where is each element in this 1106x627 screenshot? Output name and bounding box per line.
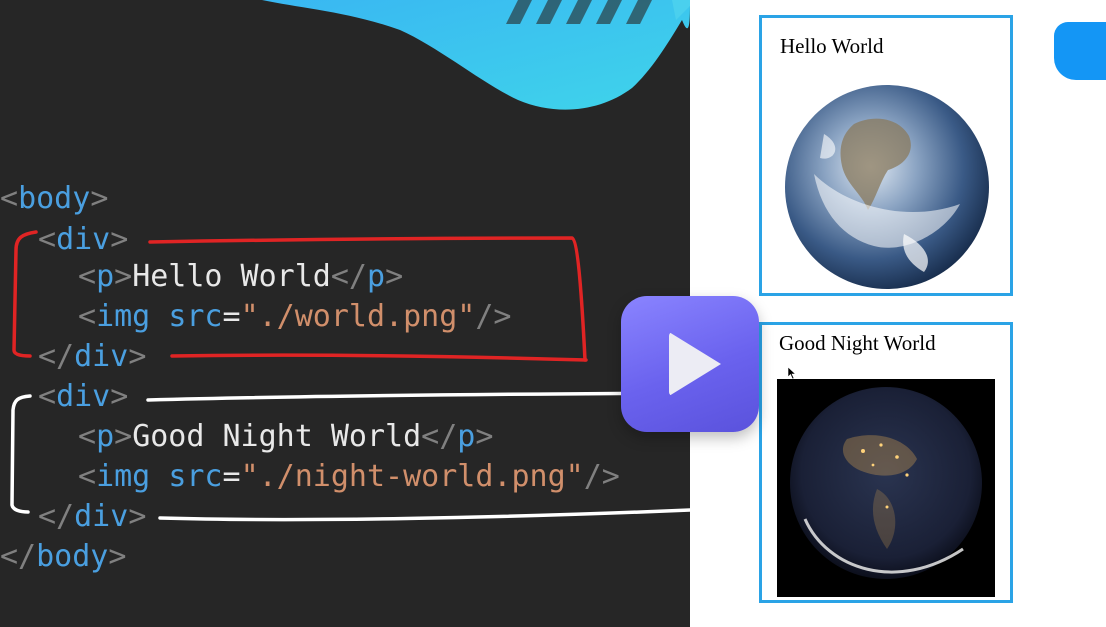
code-line-div1-close: </div> xyxy=(38,339,147,374)
play-icon xyxy=(669,332,721,396)
code-line-body-open: <body> xyxy=(0,181,109,216)
code-line-div1-open: <div> xyxy=(38,222,129,257)
red-highlight-box xyxy=(12,230,38,358)
code-line-div2-close: </div> xyxy=(38,499,147,534)
preview-card-hello: Hello World xyxy=(759,15,1013,296)
earth-night-image xyxy=(777,379,995,597)
card-hello-text: Hello World xyxy=(780,34,884,58)
decorative-corner-shape xyxy=(1054,22,1106,80)
code-line-img1: <img src="./world.png"/> xyxy=(78,299,512,334)
code-line-p2: <p>Good Night World</p> xyxy=(78,419,494,454)
code-line-body-close: </body> xyxy=(0,539,127,574)
white-highlight-box xyxy=(10,394,32,514)
card-night-text: Good Night World xyxy=(779,331,936,355)
code-line-div2-open: <div> xyxy=(38,379,129,414)
code-editor-panel: <body> <div> <p>Hello World</p> <img src… xyxy=(0,0,690,627)
code-line-p1: <p>Hello World</p> xyxy=(78,259,404,294)
play-button[interactable] xyxy=(621,296,759,432)
mouse-cursor-icon xyxy=(787,366,797,380)
earth-day-image xyxy=(785,85,989,289)
code-line-img2: <img src="./night-world.png"/> xyxy=(78,459,620,494)
preview-card-night: Good Night World xyxy=(759,322,1013,603)
decorative-blob xyxy=(262,0,690,110)
